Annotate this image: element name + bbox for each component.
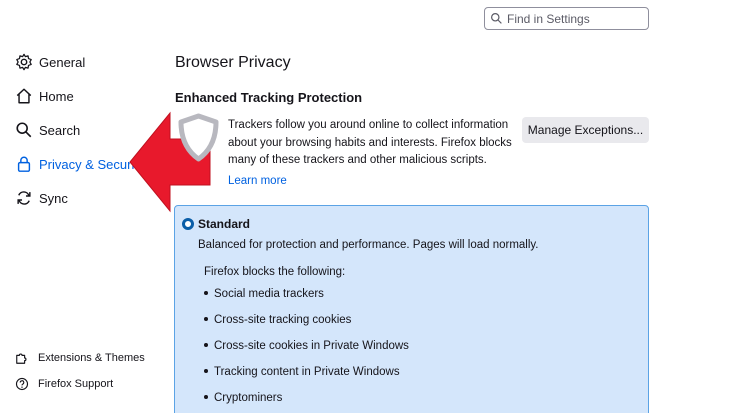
list-item-text: Social media trackers (214, 288, 324, 300)
sidebar-footer-label: Extensions & Themes (38, 352, 145, 364)
blocks-heading: Firefox blocks the following: (204, 266, 346, 278)
sidebar-item-label: Search (39, 122, 81, 138)
puzzle-icon (14, 350, 30, 366)
list-item: Cross-site cookies in Private Windows (204, 340, 409, 352)
standard-radio[interactable] (182, 218, 194, 230)
sync-icon (14, 188, 34, 208)
manage-exceptions-button[interactable]: Manage Exceptions... (522, 117, 649, 143)
list-item-text: Cross-site tracking cookies (214, 314, 352, 326)
sidebar-item-privacy-security[interactable]: Privacy & Security (14, 153, 144, 175)
sidebar-footer-firefox-support[interactable]: Firefox Support (14, 376, 113, 392)
home-icon (14, 86, 34, 106)
help-icon (14, 376, 30, 392)
sidebar-item-home[interactable]: Home (14, 85, 74, 107)
sidebar-footer-label: Firefox Support (38, 378, 114, 390)
list-item-text: Tracking content in Private Windows (214, 366, 400, 378)
sidebar-item-search[interactable]: Search (14, 119, 80, 141)
sidebar-item-label: Home (39, 88, 74, 104)
list-item: Tracking content in Private Windows (204, 366, 400, 378)
list-item: Social media trackers (204, 288, 324, 300)
lock-icon (14, 154, 34, 174)
learn-more-link[interactable]: Learn more (228, 175, 287, 187)
standard-option-box[interactable] (174, 205, 649, 413)
etp-description: Trackers follow you around online to col… (228, 119, 512, 166)
search-icon (491, 13, 502, 24)
list-item: Cryptominers (204, 392, 282, 404)
list-item-text: Cross-site cookies in Private Windows (214, 340, 409, 352)
sidebar-item-label: General (39, 54, 86, 70)
standard-label: Standard (198, 217, 251, 231)
page-title: Browser Privacy (175, 54, 291, 71)
gear-icon (14, 52, 34, 72)
list-item-text: Cryptominers (214, 392, 283, 404)
search-input[interactable] (507, 11, 645, 26)
sidebar-item-sync[interactable]: Sync (14, 187, 68, 209)
sidebar-item-label: Sync (39, 190, 68, 206)
sidebar-item-general[interactable]: General (14, 51, 85, 73)
standard-description: Balanced for protection and performance.… (198, 239, 539, 251)
settings-search[interactable] (484, 7, 649, 30)
search-icon (14, 120, 34, 140)
shield-icon (178, 113, 219, 162)
sidebar-footer-extensions-themes[interactable]: Extensions & Themes (14, 350, 145, 366)
etp-heading: Enhanced Tracking Protection (175, 90, 363, 105)
list-item: Cross-site tracking cookies (204, 314, 351, 326)
